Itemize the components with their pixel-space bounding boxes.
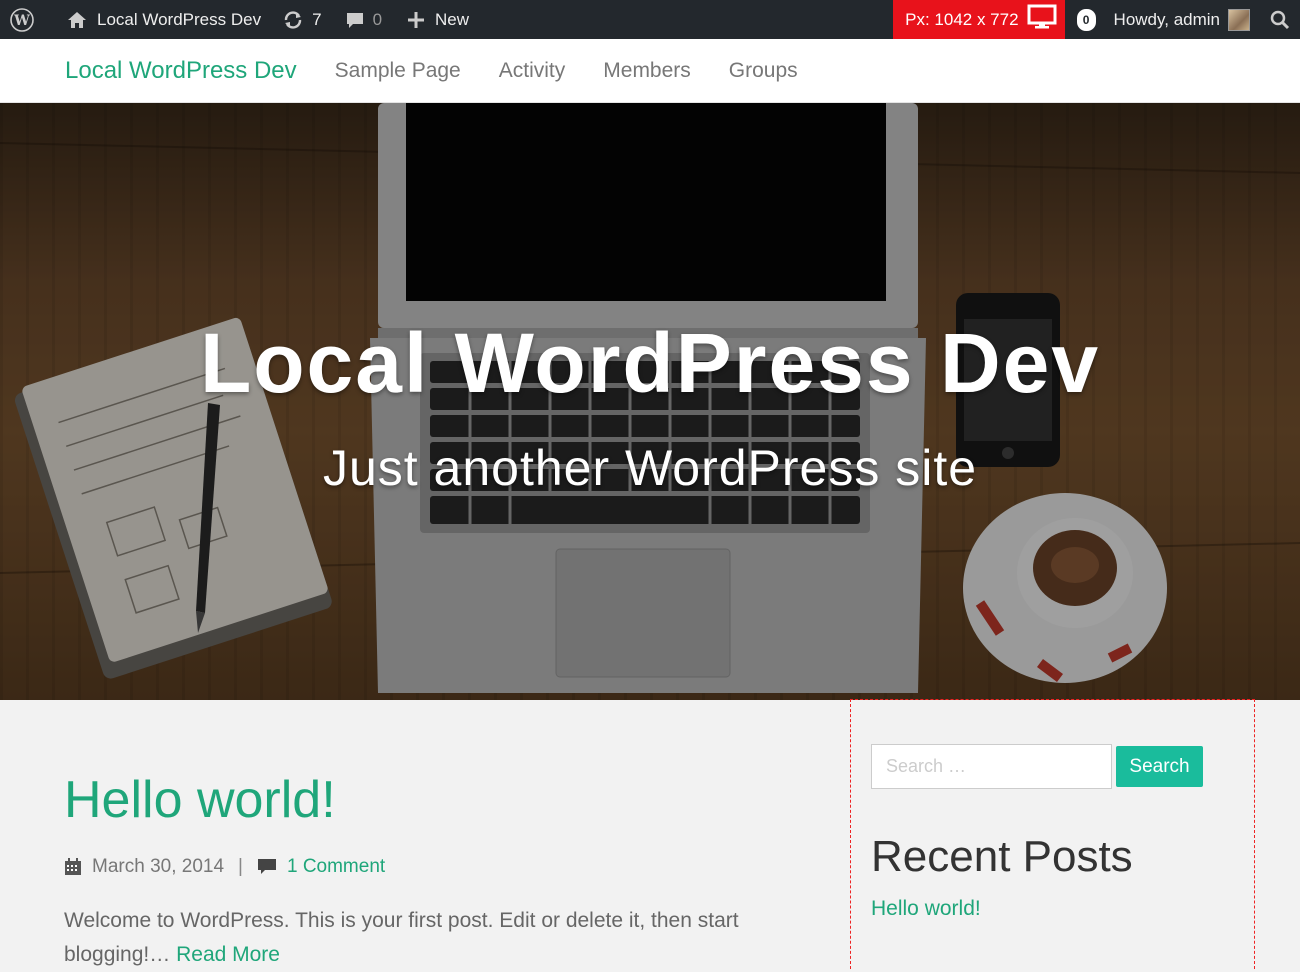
nav-item-members[interactable]: Members: [603, 59, 691, 83]
post-excerpt-text: Welcome to WordPress. This is your first…: [64, 909, 739, 966]
post-date: March 30, 2014: [92, 856, 225, 877]
my-account-menu[interactable]: Howdy, admin: [1106, 0, 1256, 39]
hero-tagline: Just another WordPress site: [322, 440, 978, 496]
site-header-nav: Local WordPress Dev Sample Page Activity…: [0, 39, 1300, 103]
hero-banner: Local WordPress Dev Just another WordPre…: [0, 103, 1300, 700]
screen-size-label: Px: 1042 x 772: [905, 9, 1019, 29]
recent-post-link[interactable]: Hello world!: [871, 897, 981, 921]
nav-item-activity[interactable]: Activity: [499, 59, 566, 83]
howdy-label: Howdy, admin: [1113, 9, 1220, 29]
post-meta: March 30, 2014 | 1 Comment: [64, 856, 784, 878]
recent-posts-title: Recent Posts: [871, 832, 1133, 881]
updates-count: 7: [312, 9, 322, 29]
admin-bar: W Local WordPress Dev 7 0 New Px: 1042 x…: [0, 0, 1300, 39]
comment-icon: [257, 858, 277, 876]
comments-button[interactable]: 0: [331, 0, 391, 39]
notification-badge[interactable]: 0: [1076, 8, 1096, 31]
monitor-icon: [1027, 4, 1057, 35]
meta-separator: |: [238, 856, 243, 877]
search-form: Search: [871, 744, 1203, 789]
search-icon: [1270, 10, 1290, 30]
sidebar: Search Recent Posts Hello world!: [850, 699, 1255, 969]
nav-item-groups[interactable]: Groups: [729, 59, 798, 83]
screen-size-indicator[interactable]: Px: 1042 x 772: [893, 0, 1065, 39]
new-label: New: [435, 9, 470, 29]
admin-bar-left: W Local WordPress Dev 7 0 New: [0, 0, 478, 39]
comment-bubble-icon: [345, 10, 365, 30]
wordpress-icon: W: [10, 7, 34, 32]
wp-logo-button[interactable]: W: [0, 0, 43, 39]
updates-button[interactable]: 7: [270, 0, 330, 39]
post-title-link[interactable]: Hello world!: [64, 770, 784, 830]
post-excerpt: Welcome to WordPress. This is your first…: [64, 904, 784, 972]
read-more-link[interactable]: Read More: [176, 943, 280, 966]
svg-text:W: W: [13, 13, 30, 29]
admin-bar-right: Px: 1042 x 772 0 Howdy, admin: [893, 0, 1300, 39]
new-content-button[interactable]: New: [391, 0, 478, 39]
nav-item-sample-page[interactable]: Sample Page: [335, 59, 461, 83]
post-article: Hello world! March 30, 2014 | 1 Comment: [64, 770, 784, 972]
calendar-icon: [64, 858, 82, 876]
site-name-label: Local WordPress Dev: [97, 9, 262, 29]
refresh-icon: [282, 10, 304, 30]
site-name-menu[interactable]: Local WordPress Dev: [43, 0, 270, 39]
post-comments-link[interactable]: 1 Comment: [287, 856, 385, 878]
hero-title: Local WordPress Dev: [199, 316, 1101, 410]
plus-icon: [407, 11, 425, 29]
avatar: [1228, 8, 1250, 31]
search-input[interactable]: [871, 744, 1112, 789]
comments-count: 0: [372, 9, 383, 29]
search-button[interactable]: Search: [1116, 746, 1203, 787]
site-brand-link[interactable]: Local WordPress Dev: [65, 57, 297, 85]
home-icon: [67, 11, 87, 29]
admin-search-button[interactable]: [1256, 0, 1300, 39]
